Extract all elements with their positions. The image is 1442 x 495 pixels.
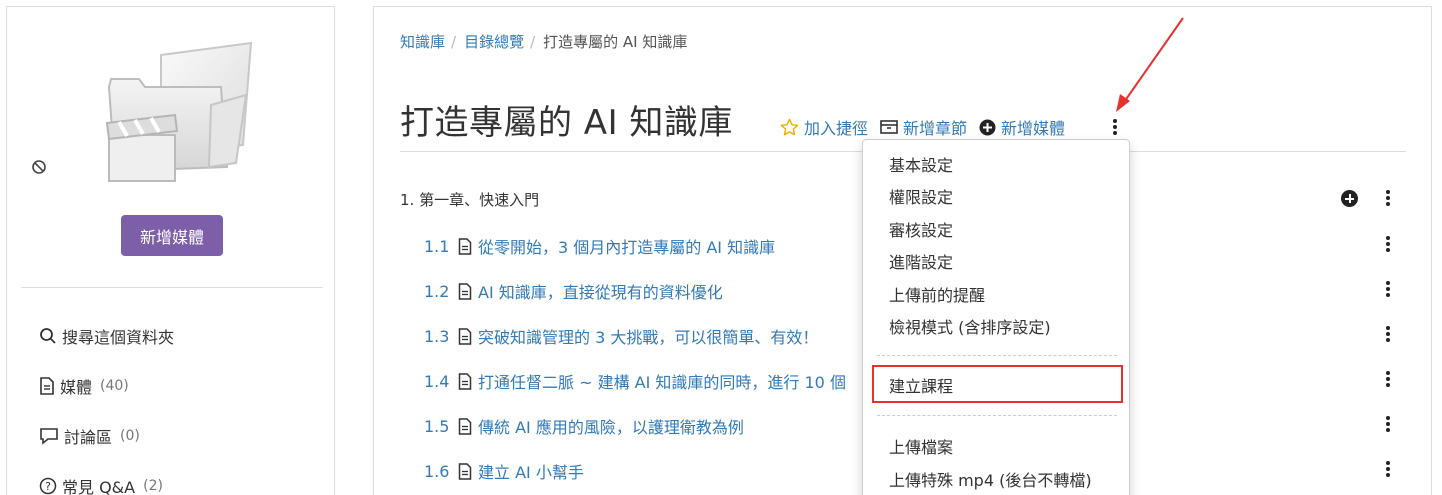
sidebar-item-label: 搜尋這個資料夾 <box>62 328 175 347</box>
title-actions: 加入捷徑 新增章節 新增媒體 <box>780 115 1065 139</box>
list-item[interactable]: 1.1 從零開始，3 個月內打造專屬的 AI 知識庫 <box>424 234 775 258</box>
chapter-box-icon <box>880 120 898 134</box>
menu-item-basic-settings[interactable]: 基本設定 <box>889 152 953 176</box>
section-more-icon[interactable] <box>1386 371 1390 387</box>
list-item[interactable]: 1.5 傳統 AI 應用的風險，以護理衛教為例 <box>424 414 744 438</box>
comment-icon <box>40 428 58 445</box>
menu-item-advanced-settings[interactable]: 進階設定 <box>889 249 953 273</box>
section-title: 建立 AI 小幫手 <box>478 463 584 482</box>
section-title: 打通任督二脈 ~ 建構 AI 知識庫的同時，進行 10 個 <box>478 373 846 392</box>
add-chapter-label: 新增章節 <box>903 119 968 138</box>
section-number: 1.6 <box>424 461 450 481</box>
document-icon <box>458 372 472 390</box>
sidebar-item-label: 常見 Q&A <box>62 478 136 495</box>
menu-divider <box>877 355 1117 356</box>
breadcrumb-separator: / <box>451 32 457 51</box>
add-media-button[interactable]: 新增媒體 <box>979 115 1065 139</box>
breadcrumb-directory[interactable]: 目錄總覽 <box>464 31 524 52</box>
section-number: 1.1 <box>424 236 450 256</box>
sidebar-item-search[interactable]: 搜尋這個資料夾 <box>39 324 174 348</box>
section-more-icon[interactable] <box>1386 281 1390 297</box>
document-icon <box>458 237 472 255</box>
section-more-icon[interactable] <box>1386 416 1390 432</box>
star-icon <box>780 118 799 135</box>
sidebar-item-count: (2) <box>143 478 163 494</box>
menu-item-upload-file[interactable]: 上傳檔案 <box>889 434 953 458</box>
section-more-icon[interactable] <box>1386 236 1390 252</box>
section-more-icon[interactable] <box>1386 461 1390 477</box>
chapter-more-icon[interactable] <box>1386 190 1390 206</box>
sidebar-item-count: (0) <box>120 428 140 444</box>
menu-item-permission-settings[interactable]: 權限設定 <box>889 184 953 208</box>
plus-circle-icon <box>979 119 996 135</box>
new-media-button[interactable]: 新增媒體 <box>121 215 223 256</box>
document-icon <box>458 282 472 300</box>
help-circle-icon: ? <box>39 477 57 495</box>
add-media-label: 新增媒體 <box>1001 119 1066 138</box>
sidebar-item-label: 討論區 <box>64 428 113 447</box>
menu-item-upload-reminder[interactable]: 上傳前的提醒 <box>889 282 985 306</box>
breadcrumb: 知識庫 / 目錄總覽 / 打造專屬的 AI 知識庫 <box>400 31 687 52</box>
add-chapter-button[interactable]: 新增章節 <box>880 115 967 139</box>
add-shortcut-button[interactable]: 加入捷徑 <box>780 115 868 139</box>
section-number: 1.5 <box>424 416 450 436</box>
ban-icon <box>32 160 46 174</box>
section-number: 1.4 <box>424 371 450 391</box>
section-more-icon[interactable] <box>1386 326 1390 342</box>
document-icon <box>458 462 472 480</box>
sidebar-divider <box>21 287 323 288</box>
list-item[interactable]: 1.3 突破知識管理的 3 大挑戰，可以很簡單、有效！ <box>424 324 818 348</box>
menu-item-view-mode[interactable]: 檢視模式 (含排序設定) <box>889 314 1051 338</box>
sidebar-panel: 新增媒體 搜尋這個資料夾 媒體 (40) 討論區 (0) ? 常見 Q&A (2… <box>6 6 335 495</box>
menu-divider <box>877 415 1117 416</box>
more-options-dropdown: 基本設定 權限設定 審核設定 進階設定 上傳前的提醒 檢視模式 (含排序設定) … <box>862 139 1130 495</box>
document-icon <box>458 417 472 435</box>
more-options-icon[interactable] <box>1113 119 1117 135</box>
sidebar-item-faq[interactable]: ? 常見 Q&A (2) <box>39 474 163 495</box>
sidebar-item-discussion[interactable]: 討論區 (0) <box>39 424 140 448</box>
document-icon <box>40 377 54 395</box>
svg-text:?: ? <box>45 480 51 493</box>
sidebar-item-media[interactable]: 媒體 (40) <box>39 374 129 398</box>
list-item[interactable]: 1.6 建立 AI 小幫手 <box>424 459 584 483</box>
menu-item-review-settings[interactable]: 審核設定 <box>889 217 953 241</box>
breadcrumb-current: 打造專屬的 AI 知識庫 <box>543 33 688 51</box>
section-title: 從零開始，3 個月內打造專屬的 AI 知識庫 <box>478 238 776 257</box>
media-folder-icon <box>105 41 253 182</box>
breadcrumb-separator: / <box>530 32 536 51</box>
section-number: 1.3 <box>424 326 450 346</box>
menu-item-create-course[interactable]: 建立課程 <box>889 373 953 397</box>
add-section-icon[interactable] <box>1341 190 1358 207</box>
section-number: 1.2 <box>424 281 450 301</box>
menu-item-upload-special-mp4[interactable]: 上傳特殊 mp4 (後台不轉檔) <box>889 467 1092 491</box>
add-shortcut-label: 加入捷徑 <box>804 119 869 138</box>
section-title: 傳統 AI 應用的風險，以護理衛教為例 <box>478 418 744 437</box>
page-title: 打造專屬的 AI 知識庫 <box>400 103 733 143</box>
sidebar-item-count: (40) <box>100 378 129 394</box>
search-icon <box>40 328 56 344</box>
breadcrumb-knowledge-base[interactable]: 知識庫 <box>400 31 445 52</box>
list-item[interactable]: 1.2 AI 知識庫，直接從現有的資料優化 <box>424 279 723 303</box>
section-title: AI 知識庫，直接從現有的資料優化 <box>478 283 723 302</box>
list-item[interactable]: 1.4 打通任督二脈 ~ 建構 AI 知識庫的同時，進行 10 個 <box>424 369 846 393</box>
annotation-arrow-icon <box>1116 17 1184 112</box>
sidebar-item-label: 媒體 <box>60 378 93 397</box>
section-title: 突破知識管理的 3 大挑戰，可以很簡單、有效！ <box>478 328 819 347</box>
document-icon <box>458 327 472 345</box>
chapter-title[interactable]: 1. 第一章、快速入門 <box>400 189 539 210</box>
